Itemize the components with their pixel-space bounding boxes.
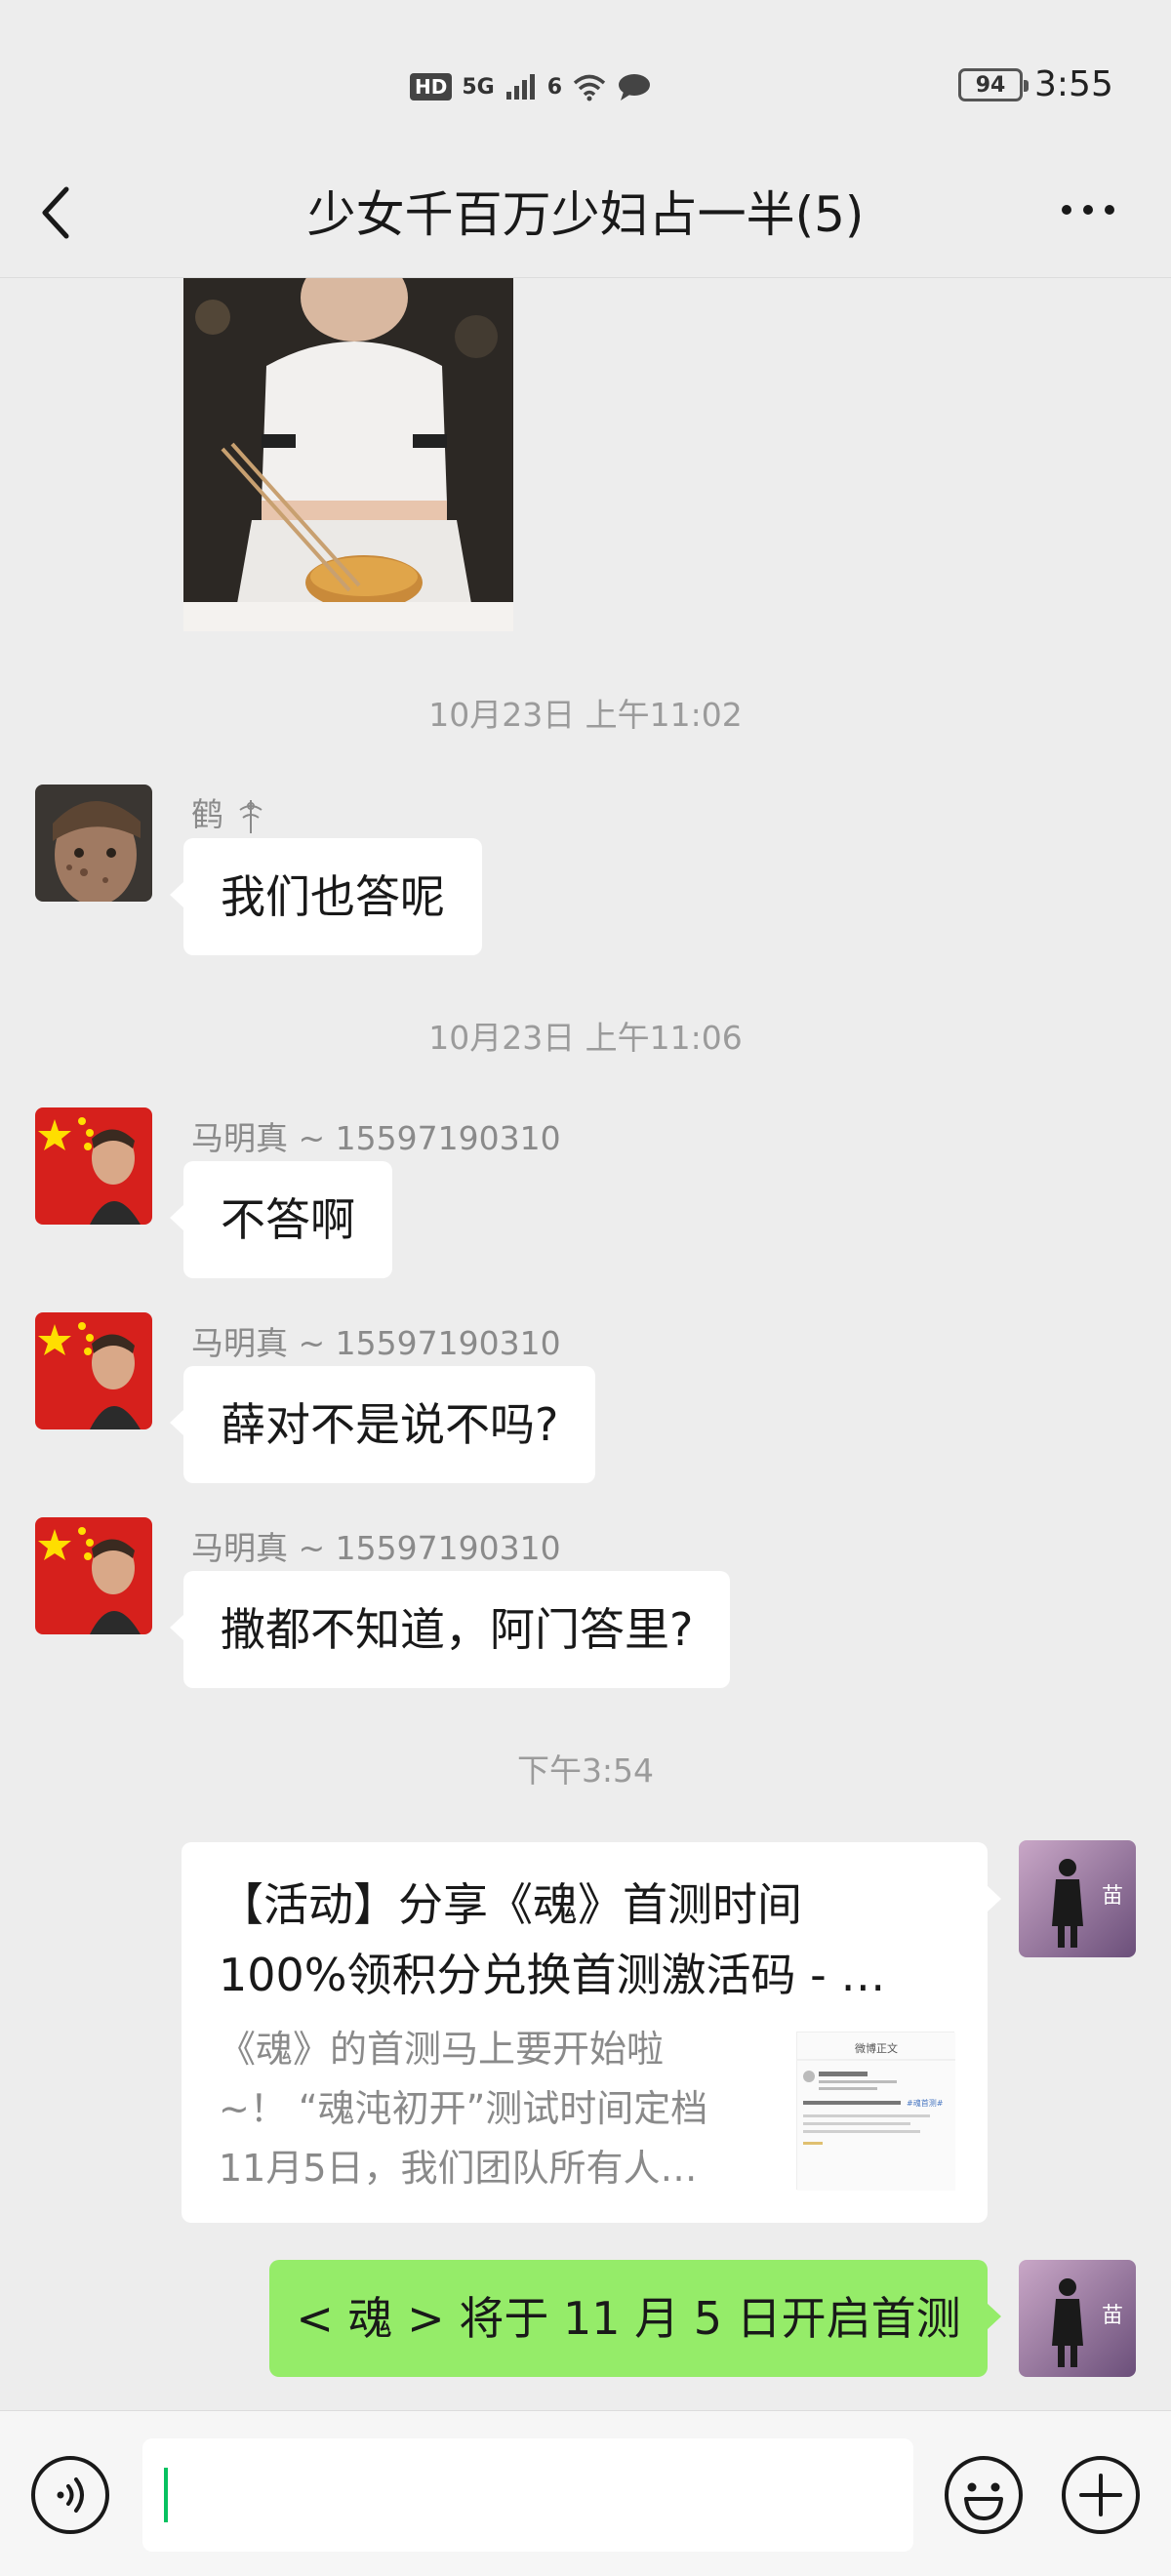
message-input[interactable] — [142, 2438, 913, 2552]
network-type: 5G — [462, 74, 495, 100]
avatar-image — [35, 1312, 152, 1429]
link-card-thumbnail: 微博正文 #魂首测# — [796, 2032, 955, 2191]
self-avatar[interactable]: 苗 — [1019, 2260, 1136, 2377]
self-avatar-glyph: 苗 — [1102, 2304, 1123, 2328]
link-card-title: 【活动】分享《魂》首测时间 100%领积分兑换首测激活码 - … — [219, 1878, 886, 2001]
hd-badge: HD — [410, 73, 453, 101]
image-message[interactable] — [183, 278, 513, 631]
message-bubble[interactable]: 薛对不是说不吗? — [169, 1366, 596, 1483]
message-bubble[interactable]: 我们也答呢 — [170, 838, 482, 955]
sender-name: 马明真 ~ 15597190310 — [191, 1529, 561, 1567]
message-bubble[interactable]: 撒都不知道，阿门答里? — [169, 1571, 731, 1688]
timestamp: 下午3:54 — [516, 1751, 655, 1790]
avatar-image — [35, 1107, 152, 1225]
self-avatar-glyph: 苗 — [1102, 1884, 1123, 1909]
more-horizontal-icon[interactable] — [1059, 195, 1117, 224]
timestamp: 10月23日 上午11:02 — [428, 696, 743, 734]
plus-icon[interactable] — [1060, 2454, 1142, 2536]
battery-indicator: 94 — [958, 68, 1029, 101]
signal-slot-number: 6 — [546, 74, 563, 100]
voice-icon[interactable] — [29, 2454, 111, 2536]
sender-name: 马明真 ~ 15597190310 — [191, 1119, 561, 1157]
status-bar: HD 5G 6 94 3:55 — [0, 0, 1171, 146]
self-avatar[interactable]: 苗 — [1019, 1840, 1136, 1957]
input-bar — [0, 2410, 1171, 2576]
signal-icon — [505, 74, 535, 100]
message-bubble[interactable]: 不答啊 — [170, 1161, 392, 1278]
timestamp: 10月23日 上午11:06 — [428, 1019, 743, 1057]
status-icons: HD 5G 6 — [410, 62, 652, 111]
status-clock: 3:55 — [1034, 64, 1113, 104]
chat-title: 少女千百万少妇占一半(5) — [306, 186, 865, 243]
decorative-symbol-icon — [238, 799, 262, 833]
avatar[interactable] — [35, 1312, 152, 1429]
text-caret — [164, 2468, 168, 2522]
message-bubble-icon — [619, 74, 651, 101]
thumbnail-link: #魂首测# — [907, 2098, 944, 2108]
avatar-image — [35, 1517, 152, 1634]
avatar[interactable] — [35, 1107, 152, 1225]
avatar-image — [35, 785, 152, 902]
avatar-image: 苗 — [1019, 2260, 1136, 2377]
chat-header: 少女千百万少妇占一半(5) — [0, 146, 1171, 278]
avatar-image: 苗 — [1019, 1840, 1136, 1957]
avatar[interactable] — [35, 1517, 152, 1634]
photo-thumbnail — [183, 278, 513, 631]
emoji-icon[interactable] — [943, 2454, 1025, 2536]
shared-link-card[interactable]: 【活动】分享《魂》首测时间 100%领积分兑换首测激活码 - … 《魂》的首测马… — [182, 1842, 1001, 2223]
link-card-description: 《魂》的首测马上要开始啦 ~！ “魂沌初开”测试时间定档 11月5日，我们团队所… — [219, 2028, 708, 2190]
sender-name: 鹤 — [191, 788, 267, 835]
wifi-icon — [573, 74, 606, 101]
thumbnail-title: 微博正文 — [855, 2041, 898, 2055]
avatar[interactable] — [35, 785, 152, 902]
self-message-bubble[interactable]: < 魂 > 将于 11 月 5 日开启首测 — [269, 2260, 1001, 2377]
sender-name: 马明真 ~ 15597190310 — [191, 1324, 561, 1362]
